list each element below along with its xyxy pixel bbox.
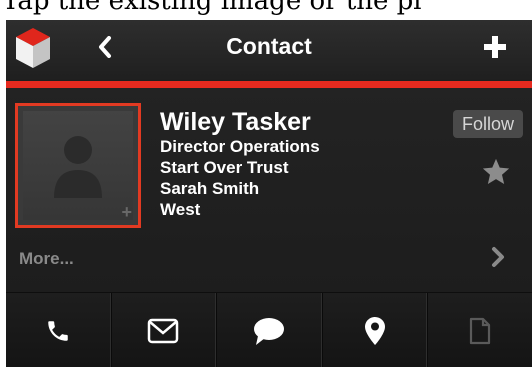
map-button[interactable]: [321, 293, 428, 367]
contact-name: Wiley Tasker: [160, 108, 311, 136]
contact-company: Start Over Trust: [160, 158, 289, 177]
action-toolbar: [6, 292, 532, 367]
person-silhouette-icon: [54, 136, 102, 198]
navbar-accent-bar: [6, 81, 532, 88]
navbar: Contact: [6, 20, 532, 81]
message-button[interactable]: [216, 293, 322, 367]
location-pin-icon: [364, 316, 385, 345]
chat-icon: [253, 317, 284, 345]
more-link[interactable]: More...: [19, 249, 74, 269]
contact-job-title: Director Operations: [160, 137, 320, 156]
contact-info: Wiley Tasker Director Operations Start O…: [160, 108, 320, 220]
caption-text: Tap the existing image or the pl: [2, 0, 422, 16]
contact-owner: Sarah Smith: [160, 179, 260, 198]
star-icon[interactable]: [481, 157, 511, 187]
document-icon: [470, 317, 491, 344]
document-button[interactable]: [427, 293, 532, 367]
add-photo-icon: +: [121, 202, 132, 222]
email-button[interactable]: [110, 293, 217, 367]
avatar[interactable]: +: [15, 103, 141, 228]
chevron-right-icon[interactable]: [490, 246, 506, 268]
plus-icon: [484, 36, 506, 58]
call-button[interactable]: [6, 293, 111, 367]
add-button[interactable]: [479, 31, 511, 63]
contact-card: + Wiley Tasker Director Operations Start…: [6, 88, 532, 292]
app-screen: Contact + Wiley Tasker Director Operatio…: [6, 20, 532, 367]
page-title: Contact: [226, 33, 312, 59]
caption-strip: Tap the existing image or the pl: [0, 0, 532, 20]
mail-icon: [148, 318, 179, 343]
phone-icon: [48, 320, 68, 341]
follow-button[interactable]: Follow: [453, 110, 523, 138]
contact-region: West: [160, 200, 201, 219]
